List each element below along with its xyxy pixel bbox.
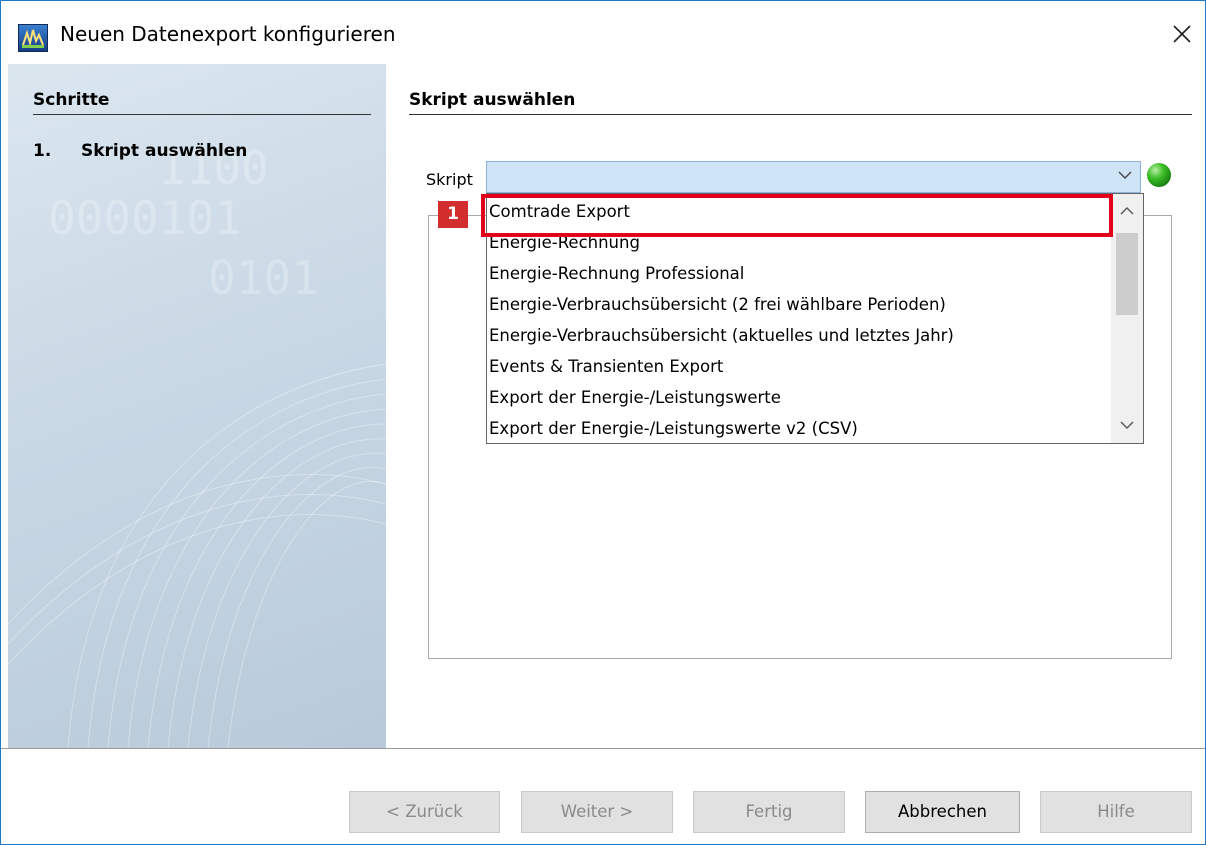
highlight-box xyxy=(481,194,1113,237)
footer-divider xyxy=(0,748,1206,749)
title-bar: Neuen Datenexport konfigurieren xyxy=(0,0,1206,64)
help-button[interactable]: Hilfe xyxy=(1040,791,1192,833)
close-button[interactable] xyxy=(1160,14,1206,54)
next-button[interactable]: Weiter > xyxy=(521,791,673,833)
finish-button[interactable]: Fertig xyxy=(693,791,845,833)
window-title: Neuen Datenexport konfigurieren xyxy=(60,22,396,46)
dropdown-item[interactable]: Energie-Verbrauchsübersicht (2 frei wähl… xyxy=(487,289,1109,320)
chevron-down-icon xyxy=(1118,171,1132,179)
dropdown-scrollbar[interactable] xyxy=(1111,194,1143,443)
script-label: Skript xyxy=(426,170,473,189)
status-indicator-icon xyxy=(1147,163,1171,187)
dropdown-item[interactable]: Events & Transienten Export xyxy=(487,351,1109,382)
step-label: Skript auswählen xyxy=(81,141,248,161)
scrollbar-thumb[interactable] xyxy=(1116,233,1138,315)
steps-heading: Schritte xyxy=(33,90,371,115)
dropdown-item[interactable]: Export der Energie-/Leistungswerte v2 (C… xyxy=(487,413,1109,443)
scroll-down-icon[interactable] xyxy=(1120,420,1134,430)
step-number: 1. xyxy=(33,141,52,161)
dialog-window: Neuen Datenexport konfigurieren 1100 000… xyxy=(0,0,1206,845)
app-logo-icon xyxy=(18,24,48,52)
sidebar-background-graphic: 1100 0000101 0101 xyxy=(8,141,386,748)
svg-text:0000101: 0000101 xyxy=(48,191,242,245)
script-select[interactable] xyxy=(486,161,1141,193)
callout-badge: 1 xyxy=(438,201,468,228)
scroll-up-icon[interactable] xyxy=(1120,206,1134,216)
steps-sidebar: 1100 0000101 0101 Schritte 1. Skript aus… xyxy=(8,64,386,748)
dropdown-item[interactable]: Export der Energie-/Leistungswerte xyxy=(487,382,1109,413)
close-icon xyxy=(1173,25,1191,43)
dropdown-item[interactable]: Energie-Verbrauchsübersicht (aktuelles u… xyxy=(487,320,1109,351)
back-button[interactable]: < Zurück xyxy=(349,791,500,833)
svg-text:0101: 0101 xyxy=(208,251,319,305)
page-title: Skript auswählen xyxy=(409,90,1192,115)
dropdown-item[interactable]: Energie-Rechnung Professional xyxy=(487,258,1109,289)
cancel-button[interactable]: Abbrechen xyxy=(865,791,1020,833)
